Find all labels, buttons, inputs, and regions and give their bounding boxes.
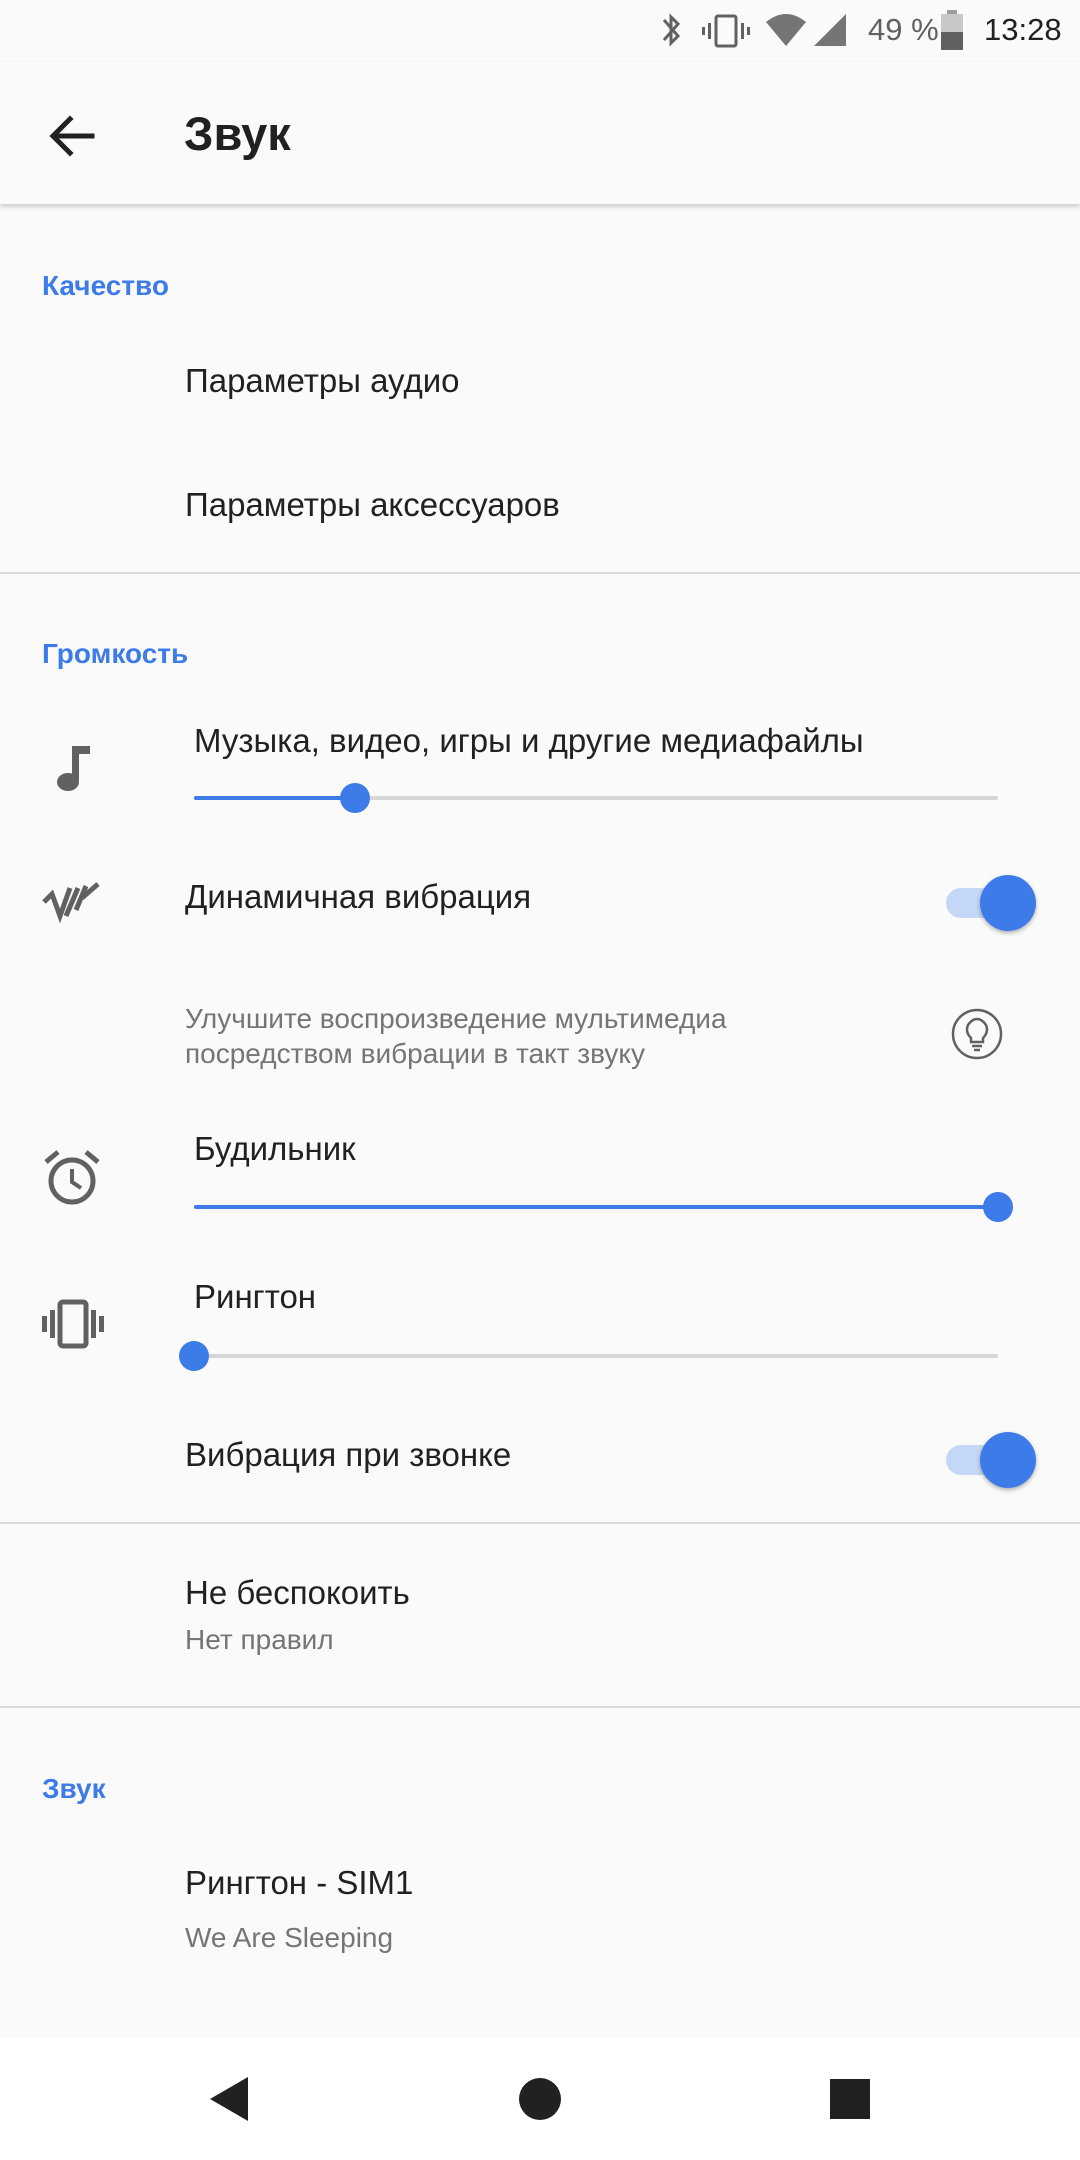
section-header-quality: Качество [42,270,169,301]
do-not-disturb-row[interactable]: Не беспокоить Нет правил [0,1524,1080,1706]
do-not-disturb-subtitle: Нет правил [185,1624,334,1655]
ringtone-sim1-value: We Are Sleeping [185,1922,394,1953]
battery-percent: 49 % [868,12,939,47]
alarm-clock-icon [44,1150,100,1205]
page-title: Звук [184,107,291,160]
dynamic-vibration-label: Динамичная вибрация [185,878,532,915]
status-bar: 49 % 13:28 [0,0,1080,62]
arrow-back-icon[interactable] [40,104,104,168]
audio-settings-row[interactable]: Параметры аудио [0,320,1080,440]
vibrate-on-ring-label: Вибрация при звонке [185,1436,512,1473]
home-circle-icon[interactable] [508,2067,572,2131]
slider-track [194,1354,998,1358]
bluetooth-icon [662,13,681,47]
music-note-icon [57,746,90,791]
status-time: 13:28 [984,12,1062,47]
back-triangle-icon[interactable] [198,2067,262,2131]
slider-fill [194,1205,998,1209]
navigation-bar [0,2037,1080,2160]
alarm-volume-label: Будильник [194,1130,356,1167]
toggle-thumb [980,1432,1036,1488]
battery-icon [941,10,963,50]
vibrate-icon [42,1299,104,1349]
toggle-thumb [980,875,1036,931]
ringtone-sim1-row[interactable]: Рингтон - SIM1 We Are Sleeping [0,1830,1080,1980]
cell-signal-icon [814,14,846,46]
alarm-volume-slider[interactable] [194,1192,1013,1222]
divider [0,1706,1080,1708]
dynamic-vibration-icon [42,882,100,924]
slider-thumb[interactable] [179,1341,209,1371]
dynamic-vibration-description: Улучшите воспроизведение мультимедиа пос… [185,1003,727,1069]
ringtone-volume-slider[interactable] [179,1341,998,1371]
slider-thumb[interactable] [339,783,370,813]
audio-settings-label: Параметры аудио [185,362,460,399]
dynamic-vibration-toggle[interactable] [946,875,1036,931]
divider [0,572,1080,574]
vibrate-on-ring-toggle[interactable] [946,1432,1036,1488]
section-header-volume: Громкость [42,638,189,669]
slider-fill [194,796,355,800]
do-not-disturb-title: Не беспокоить [185,1574,410,1611]
slider-thumb[interactable] [983,1192,1013,1222]
ringtone-sim1-title: Рингтон - SIM1 [185,1864,414,1901]
accessory-settings-row[interactable]: Параметры аксессуаров [0,440,1080,570]
lightbulb-icon[interactable] [951,1008,1003,1060]
recents-square-icon[interactable] [818,2067,882,2131]
media-volume-label: Музыка, видео, игры и другие медиафайлы [194,722,864,759]
wifi-icon [766,14,806,46]
accessory-settings-label: Параметры аксессуаров [185,486,560,523]
ringtone-volume-label: Рингтон [194,1278,317,1315]
section-header-sound: Звук [42,1773,106,1804]
media-volume-slider[interactable] [194,783,998,813]
vibrate-icon [702,14,750,48]
app-bar: Звук [0,62,1080,204]
